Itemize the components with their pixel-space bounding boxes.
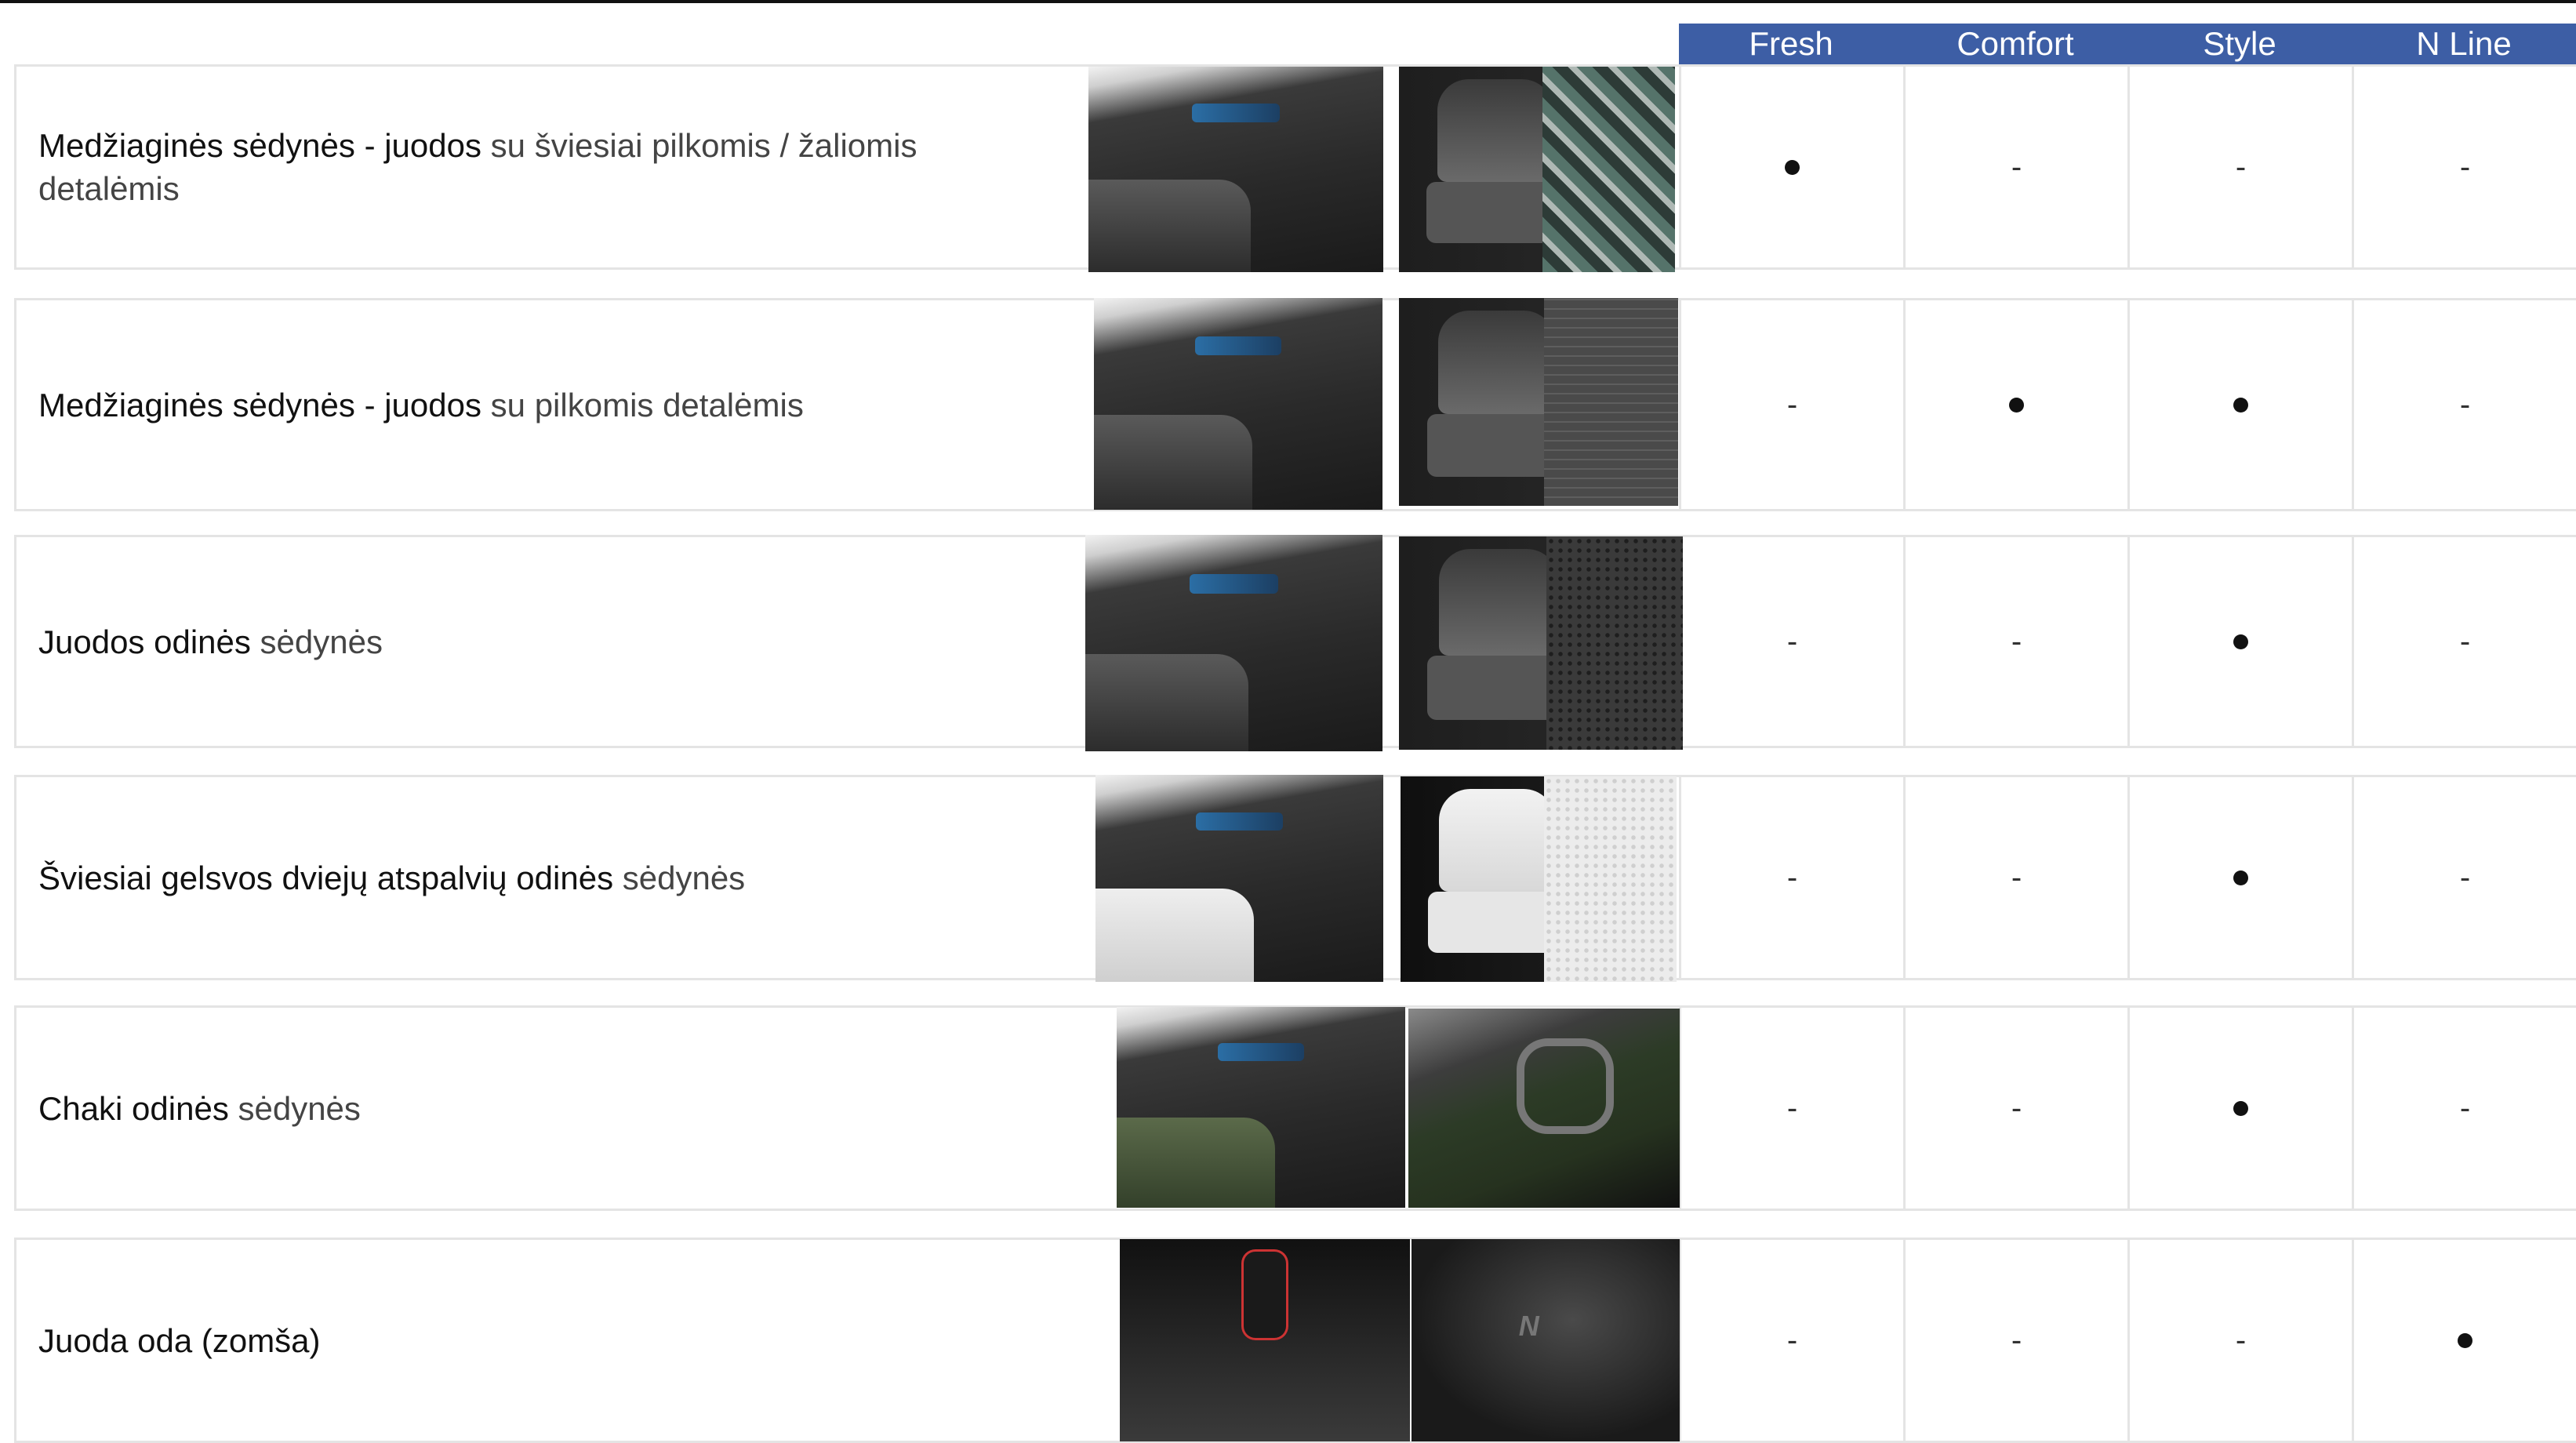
n-logo-icon: N (1518, 1310, 1539, 1343)
column-header-comfort: Comfort (1957, 25, 2074, 62)
interior-dashboard-photo (1117, 1007, 1405, 1208)
door-khaki-photo (1408, 1009, 1680, 1208)
cell-comfort (1903, 300, 2127, 509)
top-divider-line (0, 0, 2576, 3)
cell-n-line: - (2352, 537, 2576, 746)
interior-dashboard-photo (1088, 67, 1383, 272)
cell-fresh: - (1679, 777, 1903, 978)
gear-shifter-photo (1120, 1239, 1410, 1441)
cell-n-line: - (2352, 300, 2576, 509)
row-label: Chaki odinės sėdynės (38, 1089, 361, 1127)
cell-n-line (2352, 1240, 2576, 1441)
included-dot-icon (2233, 397, 2248, 413)
seat-green-fabric-photo (1399, 67, 1675, 272)
column-header-fresh: Fresh (1749, 25, 1833, 62)
seat-black-leather-photo (1399, 536, 1683, 750)
cell-comfort: - (1903, 1008, 2127, 1209)
n-line-seat-photo: N (1412, 1239, 1680, 1441)
cell-fresh: - (1679, 1008, 1903, 1209)
column-header-style: Style (2203, 25, 2276, 62)
cell-style (2127, 1008, 2352, 1209)
cell-style: - (2127, 67, 2352, 267)
row-label: Medžiaginės sėdynės - juodos su pilkomis… (38, 386, 804, 423)
cell-fresh: - (1679, 1240, 1903, 1441)
cell-n-line: - (2352, 777, 2576, 978)
included-dot-icon (1785, 159, 1800, 175)
cell-style (2127, 300, 2352, 509)
included-dot-icon (2233, 634, 2248, 649)
row-label: Juoda oda (zomša) (38, 1321, 321, 1359)
interior-dashboard-photo (1085, 535, 1382, 751)
cell-comfort: - (1903, 777, 2127, 978)
cell-fresh: - (1679, 300, 1903, 509)
row-label: Šviesiai gelsvos dviejų atspalvių odinės… (38, 859, 746, 896)
interior-dashboard-photo (1094, 298, 1382, 510)
seat-light-leather-photo (1401, 776, 1677, 982)
cell-style (2127, 537, 2352, 746)
row-label: Medžiaginės sėdynės - juodos su šviesiai… (38, 127, 917, 207)
included-dot-icon (2233, 1100, 2248, 1116)
interior-dashboard-photo (1095, 775, 1383, 982)
column-header-n-line: N Line (2416, 25, 2512, 62)
row-label: Juodos odinės sėdynės (38, 623, 383, 660)
cell-n-line: - (2352, 67, 2576, 267)
cell-style (2127, 777, 2352, 978)
cell-fresh: - (1679, 537, 1903, 746)
cell-comfort: - (1903, 1240, 2127, 1441)
trim-header: Fresh Comfort Style N Line (1679, 24, 2576, 64)
cell-comfort: - (1903, 537, 2127, 746)
included-dot-icon (2233, 870, 2248, 885)
cell-fresh (1679, 67, 1903, 267)
cell-comfort: - (1903, 67, 2127, 267)
included-dot-icon (2009, 397, 2024, 413)
cell-n-line: - (2352, 1008, 2576, 1209)
included-dot-icon (2458, 1332, 2472, 1348)
cell-style: - (2127, 1240, 2352, 1441)
seat-grey-fabric-photo (1399, 298, 1678, 506)
